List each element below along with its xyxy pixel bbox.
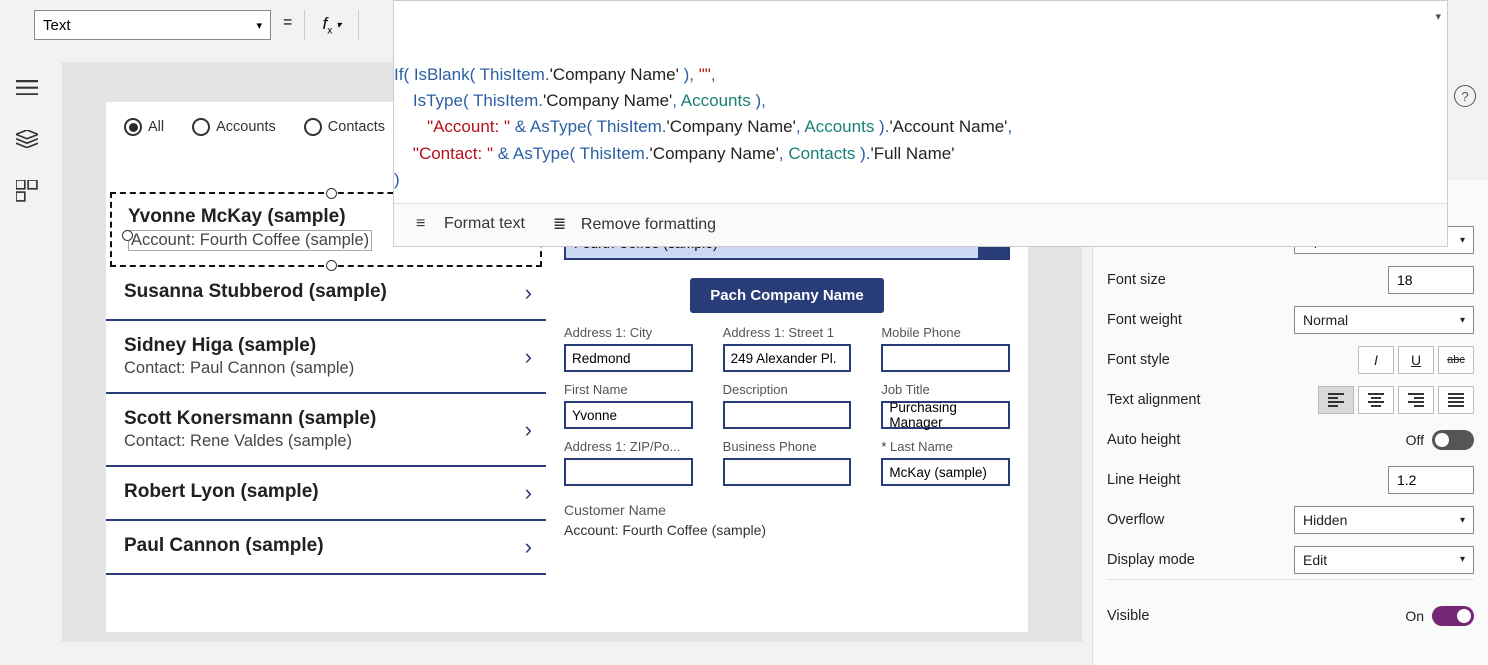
chevron-down-icon: ▾ <box>1460 315 1465 326</box>
align-left-button[interactable] <box>1318 386 1354 414</box>
field-businessphone: Business Phone <box>723 439 852 486</box>
properties-panel: Text Account: Fourth Coffee (sample) Fon… <box>1092 180 1488 665</box>
overflow-dropdown[interactable]: Hidden▾ <box>1294 506 1474 534</box>
gallery-item-subtitle[interactable]: Account: Fourth Coffee (sample) <box>128 230 372 251</box>
field-jobtitle: Job TitlePurchasing Manager <box>881 382 1010 429</box>
field-zip: Address 1: ZIP/Po... <box>564 439 693 486</box>
filter-all-radio[interactable]: All <box>124 118 164 136</box>
fontsize-input[interactable] <box>1388 266 1474 294</box>
fx-button[interactable]: fx▾ <box>304 10 359 40</box>
prop-autoheight: Auto height Off <box>1107 420 1474 460</box>
underline-button[interactable]: U <box>1398 346 1434 374</box>
format-text-button[interactable]: ≡Format text <box>416 215 525 233</box>
detail-form: Accounts Contacts Fourth Coffee (sample)… <box>546 190 1028 632</box>
prop-overflow: Overflow Hidden▾ <box>1107 500 1474 540</box>
chevron-down-icon: ▾ <box>1460 554 1465 565</box>
field-street: Address 1: Street 1249 Alexander Pl. <box>723 325 852 372</box>
field-description: Description <box>723 382 852 429</box>
formula-text[interactable]: ▾ If( IsBlank( ThisItem.'Company Name' )… <box>394 1 1447 203</box>
gallery-item[interactable]: Paul Cannon (sample) › <box>106 521 546 575</box>
chevron-down-icon: ▾ <box>1460 235 1465 246</box>
align-center-button[interactable] <box>1358 386 1394 414</box>
align-right-button[interactable] <box>1398 386 1434 414</box>
filter-contacts-radio[interactable]: Contacts <box>304 118 385 136</box>
property-dropdown[interactable]: Text ▾ <box>34 10 271 40</box>
patch-button[interactable]: Pach Company Name <box>690 278 883 313</box>
hamburger-icon[interactable] <box>16 80 38 96</box>
grid-icon[interactable] <box>16 180 38 196</box>
field-mobile: Mobile Phone <box>881 325 1010 372</box>
format-icon: ≡ <box>416 215 434 233</box>
gallery-item[interactable]: Robert Lyon (sample) › <box>106 467 546 521</box>
help-icon[interactable]: ? <box>1454 85 1476 107</box>
chevron-right-icon[interactable]: › <box>525 534 532 560</box>
gallery-item[interactable]: Scott Konersmann (sample) Contact: Rene … <box>106 394 546 467</box>
formula-bar[interactable]: ▾ If( IsBlank( ThisItem.'Company Name' )… <box>393 0 1448 247</box>
prop-fontweight: Font weight Normal▾ <box>1107 300 1474 340</box>
customer-name-display: Customer Name Account: Fourth Coffee (sa… <box>564 502 1010 538</box>
chevron-right-icon[interactable]: › <box>525 417 532 443</box>
italic-button[interactable]: I <box>1358 346 1394 374</box>
property-dropdown-value: Text <box>43 17 71 34</box>
displaymode-dropdown[interactable]: Edit▾ <box>1294 546 1474 574</box>
chevron-right-icon[interactable]: › <box>525 280 532 306</box>
prop-align: Text alignment <box>1107 380 1474 420</box>
prop-fontsize: Font size <box>1107 260 1474 300</box>
left-rail <box>0 60 54 196</box>
chevron-right-icon[interactable]: › <box>525 480 532 506</box>
field-lastname: Last NameMcKay (sample) <box>881 439 1010 486</box>
layers-icon[interactable] <box>16 130 38 146</box>
gallery-item[interactable]: Susanna Stubberod (sample) › <box>106 267 546 321</box>
prop-fontstyle: Font style I U abc <box>1107 340 1474 380</box>
fontweight-dropdown[interactable]: Normal▾ <box>1294 306 1474 334</box>
field-firstname: First NameYvonne <box>564 382 693 429</box>
chevron-down-icon: ▾ <box>336 20 341 31</box>
chevron-down-icon[interactable]: ▾ <box>1435 9 1441 26</box>
prop-visible: Visible On <box>1107 596 1474 636</box>
chevron-down-icon: ▾ <box>1460 515 1465 526</box>
autoheight-toggle[interactable] <box>1432 430 1474 450</box>
chevron-right-icon[interactable]: › <box>525 344 532 370</box>
gallery-item[interactable]: Sidney Higa (sample) Contact: Paul Canno… <box>106 321 546 394</box>
gallery: Yvonne McKay (sample) Account: Fourth Co… <box>106 190 546 632</box>
filter-accounts-radio[interactable]: Accounts <box>192 118 276 136</box>
equals-label: = <box>283 14 292 32</box>
visible-toggle[interactable] <box>1432 606 1474 626</box>
align-justify-button[interactable] <box>1438 386 1474 414</box>
remove-formatting-button[interactable]: ≣Remove formatting <box>553 214 716 234</box>
prop-displaymode: Display mode Edit▾ <box>1107 540 1474 580</box>
chevron-down-icon: ▾ <box>256 19 262 32</box>
remove-format-icon: ≣ <box>553 214 571 234</box>
field-city: Address 1: CityRedmond <box>564 325 693 372</box>
prop-lineheight: Line Height <box>1107 460 1474 500</box>
lineheight-input[interactable] <box>1388 466 1474 494</box>
strike-button[interactable]: abc <box>1438 346 1474 374</box>
